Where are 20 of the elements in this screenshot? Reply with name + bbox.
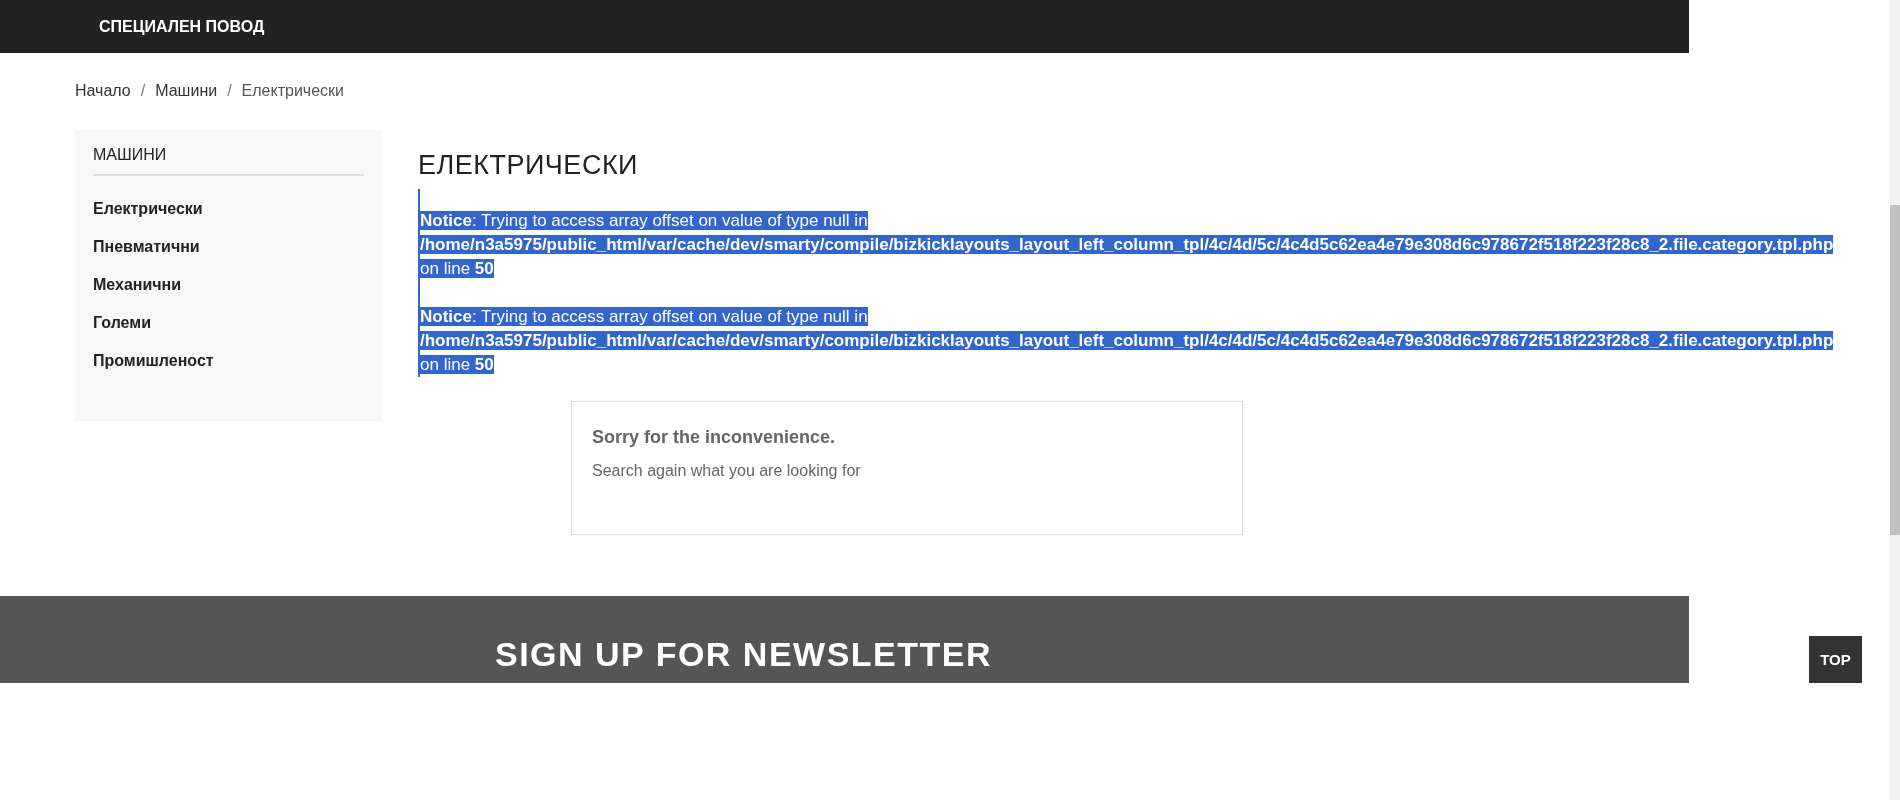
- sidebar-link[interactable]: Големи: [93, 304, 364, 342]
- breadcrumb-separator: /: [140, 82, 146, 101]
- sidebar-link[interactable]: Електрически: [93, 190, 364, 228]
- no-results-title: Sorry for the inconvenience.: [592, 427, 837, 448]
- scrollbar[interactable]: [1890, 0, 1900, 800]
- sidebar-title: МАШИНИ: [93, 146, 364, 176]
- page-heading: ЕЛЕКТРИЧЕСКИ: [418, 150, 639, 181]
- sidebar-link[interactable]: Пневматични: [93, 228, 364, 266]
- sidebar-link[interactable]: Механични: [93, 266, 364, 304]
- breadcrumb-separator: /: [227, 82, 232, 101]
- breadcrumb-link[interactable]: Машини: [155, 82, 218, 130]
- breadcrumb-link[interactable]: Електрически: [241, 82, 345, 130]
- sidebar-link[interactable]: Промишленост: [93, 342, 364, 380]
- notice-message: Notice: Trying to access array offset on value of type null in /home/n3a5975/public_html/var/cache/dev/smarty/compile/bizkicklayouts_layout_left_column_tpl/4c/4d/5c/4c4d5c62ea4e79e308d6c978672f518f223f28c8_2.file.category.tpl.php on line 50: [420, 306, 1835, 376]
- back-to-top-button[interactable]: TOP: [1809, 636, 1862, 683]
- nav-link[interactable]: СПЕЦИАЛЕН ПОВОД: [99, 17, 265, 36]
- breadcrumb-link[interactable]: Начало: [75, 82, 131, 130]
- notice-message: Notice: Trying to access array offset on value of type null in /home/n3a5975/public_html/var/cache/dev/smarty/compile/bizkicklayouts_layout_left_column_tpl/4c/4d/5c/4c4d5c62ea4e79e308d6c978672f518f223f28c8_2.file.category.tpl.php on line 50: [420, 210, 1835, 280]
- newsletter-title: SIGN UP FOR NEWSLETTER: [495, 634, 994, 674]
- no-results-text: Search again what you are looking for: [592, 462, 862, 480]
